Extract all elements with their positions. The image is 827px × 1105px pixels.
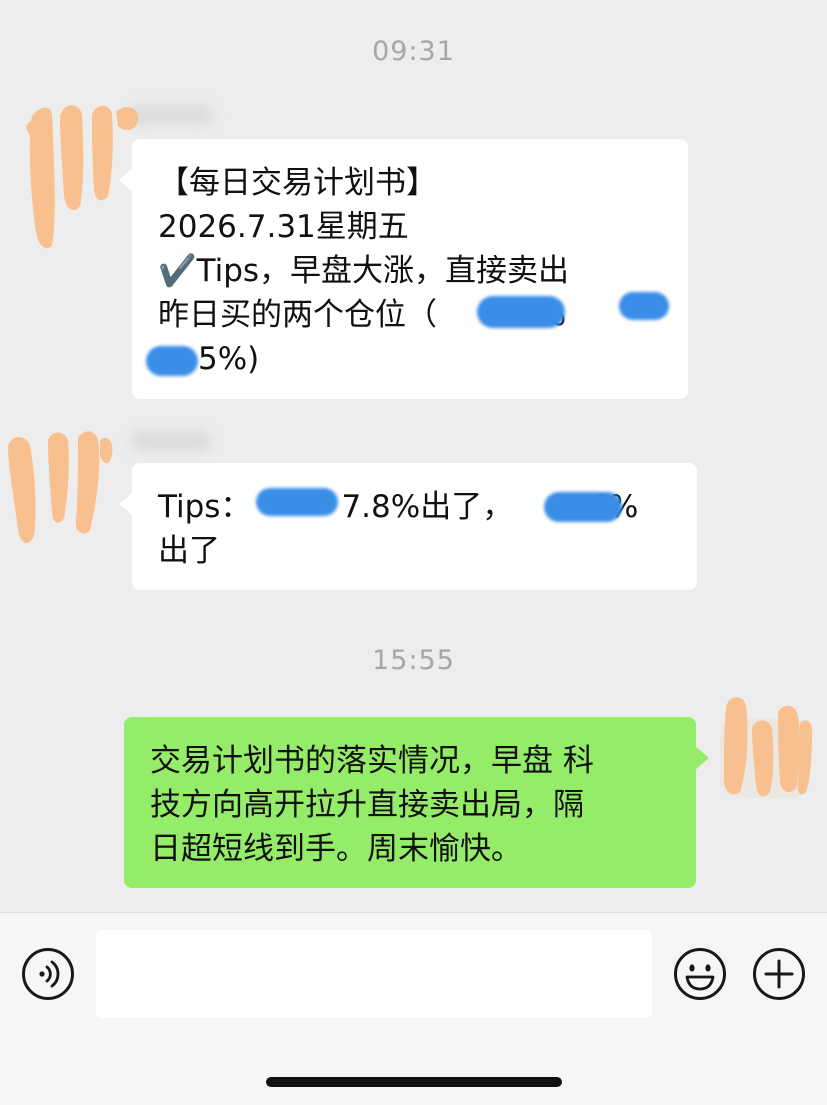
bubble-tail <box>695 746 709 770</box>
redaction-mark <box>619 292 669 320</box>
message-text: 日超短线到手。周末愉快。 <box>150 831 522 867</box>
avatar[interactable] <box>4 426 116 550</box>
message-input[interactable] <box>96 930 652 1018</box>
emoji-icon[interactable] <box>673 947 727 1001</box>
chat-area[interactable]: 09:31 【每日交易计划书】 2026.7.31星期五 ✔️Tips，早盘大涨… <box>0 0 827 912</box>
message-text: ✔️Tips，早盘大涨，直接卖出 <box>158 253 570 289</box>
timestamp: 15:55 <box>372 645 455 676</box>
avatar[interactable] <box>716 688 816 804</box>
message-text: 交易计划书的落实情况，早盘 科 <box>150 743 594 779</box>
bubble-tail <box>119 492 133 516</box>
input-bar <box>0 912 827 1105</box>
home-indicator[interactable] <box>266 1077 562 1087</box>
timestamp: 09:31 <box>372 36 455 67</box>
redaction-mark <box>477 296 565 328</box>
message-text: 2026.7.31星期五 <box>158 209 409 245</box>
message-bubble-incoming[interactable]: Tips：7.8%出了，6% 出了 <box>132 463 697 590</box>
message-text: 【每日交易计划书】 <box>158 165 437 201</box>
redaction-mark <box>146 346 198 376</box>
bubble-tail <box>119 168 133 192</box>
message-text: 5%) <box>198 341 260 377</box>
voice-icon[interactable] <box>21 947 75 1001</box>
redaction-mark <box>544 492 622 522</box>
message-text: 技方向高开拉升直接卖出局，隔 <box>150 787 584 823</box>
redaction-mark <box>256 488 338 516</box>
sender-name-blurred <box>130 430 212 452</box>
message-bubble-outgoing[interactable]: 交易计划书的落实情况，早盘 科 技方向高开拉升直接卖出局，隔 日超短线到手。周末… <box>124 717 696 888</box>
message-bubble-incoming[interactable]: 【每日交易计划书】 2026.7.31星期五 ✔️Tips，早盘大涨，直接卖出 … <box>132 139 688 399</box>
plus-icon[interactable] <box>752 947 806 1001</box>
message-text: 昨日买的两个仓位（5% <box>158 297 566 333</box>
message-text: 出了 <box>158 533 220 569</box>
